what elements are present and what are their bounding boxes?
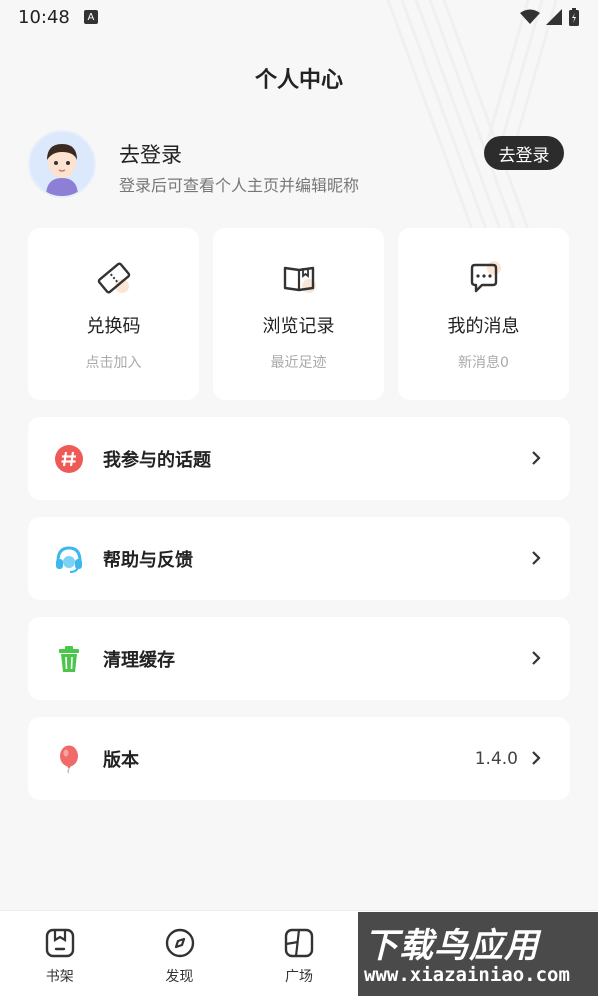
quick-cards: 兑换码 点击加入 浏览记录 最近足迹 我的消息 新消息0 [28,228,570,400]
message-icon [470,261,501,293]
tab-plaza[interactable]: 广场 [239,911,359,998]
chevron-right-icon [532,651,541,665]
card-title: 浏览记录 [262,316,335,337]
tab-label: 广场 [284,969,313,985]
page-title: 个人中心 [254,68,343,93]
version-value: 1.4.0 [474,748,518,769]
menu-item-version[interactable]: 版本 1.4.0 [28,717,570,800]
tab-label: 发现 [165,969,194,985]
card-title: 我的消息 [447,316,520,337]
book-icon [283,266,316,293]
chevron-right-icon [532,551,541,565]
battery-icon [569,8,579,26]
menu-item-label: 版本 [103,749,139,771]
status-icons [520,8,580,26]
menu-item-label: 清理缓存 [103,649,175,671]
card-hint: 新消息0 [458,355,509,371]
card-hint: 点击加入 [85,355,142,371]
menu-item-my-topics[interactable]: 我参与的话题 [28,417,570,500]
plaza-icon [284,928,314,958]
menu-item-help-feedback[interactable]: 帮助与反馈 [28,517,570,600]
watermark-title: 下载鸟应用 [364,926,539,966]
chevron-right-icon [532,751,541,765]
hashtag-icon [55,445,83,473]
avatar-illustration [30,132,94,196]
trash-icon [59,646,79,672]
tab-bookshelf[interactable]: 书架 [0,911,120,998]
profile-section: 去登录 登录后可查看个人主页并编辑昵称 去登录 [28,130,568,202]
wifi-icon [520,9,540,24]
notification-badge: A [83,10,98,24]
login-button[interactable]: 去登录 [484,136,564,170]
bookshelf-icon [45,928,75,958]
headset-icon [56,546,82,573]
menu-item-label: 帮助与反馈 [103,549,193,571]
card-redeem-code[interactable]: 兑换码 点击加入 [28,228,199,400]
avatar[interactable] [28,130,96,198]
profile-subtitle: 登录后可查看个人主页并编辑昵称 [119,176,360,195]
card-browse-history[interactable]: 浏览记录 最近足迹 [213,228,384,400]
menu-item-label: 我参与的话题 [103,449,211,471]
watermark-url: www.xiazainiao.com [364,964,570,986]
ticket-icon [97,262,131,294]
card-my-messages[interactable]: 我的消息 新消息0 [398,228,569,400]
status-time: 10:48 [18,6,70,28]
balloon-icon [60,745,78,774]
card-title: 兑换码 [86,316,141,337]
card-hint: 最近足迹 [270,355,327,371]
profile-name[interactable]: 去登录 [119,139,182,169]
signal-icon [546,9,562,25]
tab-discover[interactable]: 发现 [120,911,240,998]
watermark: 下载鸟应用 www.xiazainiao.com [358,912,598,996]
compass-icon [165,928,194,958]
tab-label: 书架 [45,969,74,985]
menu-item-clear-cache[interactable]: 清理缓存 [28,617,570,700]
status-bar: 10:48 A [0,0,598,34]
chevron-right-icon [532,451,541,465]
